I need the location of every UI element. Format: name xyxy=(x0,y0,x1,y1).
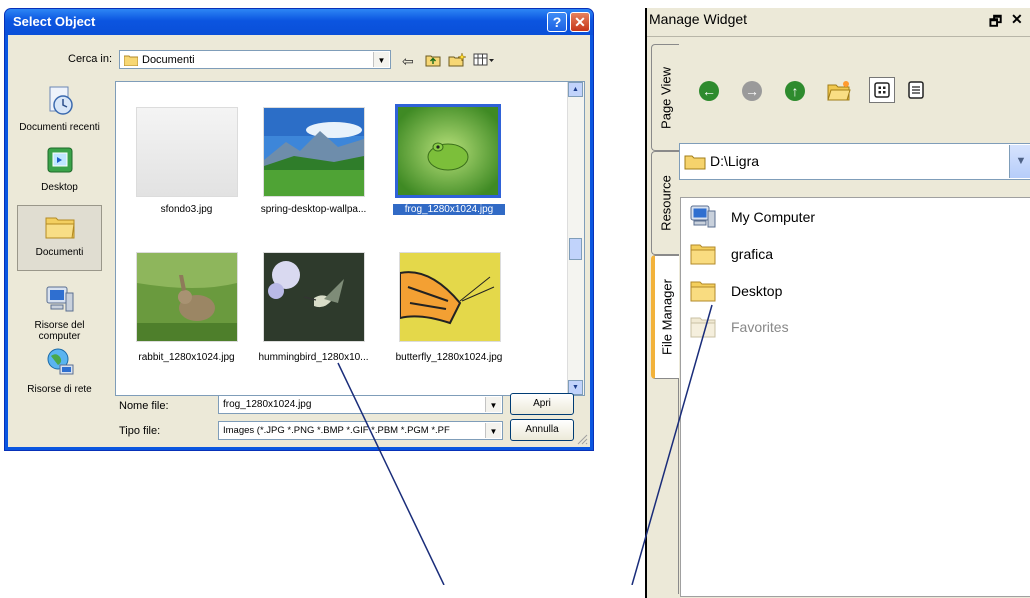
pointer-line-to-tree xyxy=(631,304,713,585)
pointer-line-to-thumbnail xyxy=(337,362,445,585)
annotation-lines xyxy=(337,304,713,585)
